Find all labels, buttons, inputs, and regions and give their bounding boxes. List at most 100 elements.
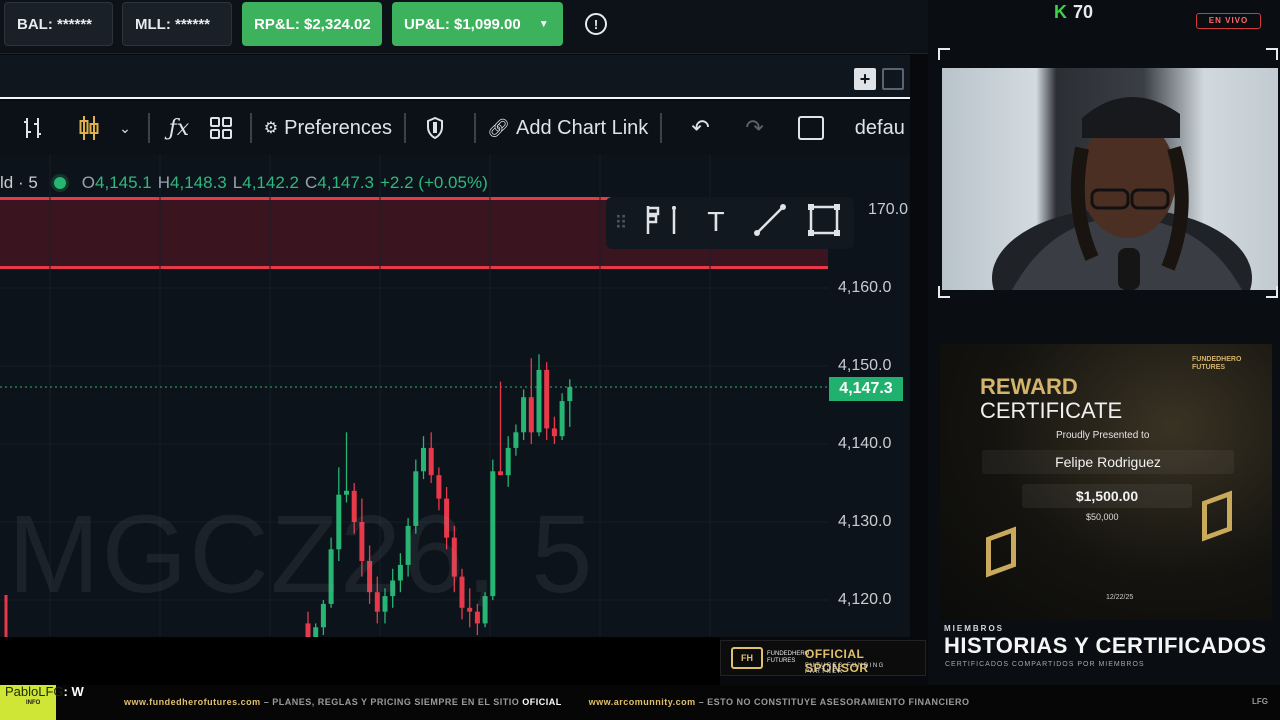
candle [528,358,534,444]
certificate-presented: Proudly Presented to [1056,430,1150,441]
mll-label: MLL: ****** [135,15,211,33]
open-value: 4,145.1 [95,173,152,192]
sponsor-banner: FH FUNDEDHERO FUTURES OFFICIAL SPONSOR F… [720,640,926,676]
add-chart-link-button[interactable]: 🔗︎ Add Chart Link [484,108,652,148]
viewer-count: K 70 [1054,2,1093,23]
news-ticker: INFO www.fundedherofutures.com – PLANES,… [0,685,1280,720]
chevron-down-icon: ▼ [538,18,549,30]
members-title: HISTORIAS Y CERTIFICADOS [944,633,1267,658]
frame-corner [1266,48,1278,60]
certificate-recipient: Felipe Rodriguez [982,450,1234,474]
gold-emblem-icon [1202,490,1232,542]
current-price-tag: 4,147.3 [829,377,903,401]
preferences-button[interactable]: ⚙ Preferences [260,108,396,148]
candle-body [567,387,573,402]
certificate-account-size: $50,000 [1086,512,1119,522]
sponsor-subtitle: FUTURES FUNDING PARTNER [805,663,885,675]
candlestick-icon[interactable] [68,108,110,148]
text-icon[interactable]: T [696,208,736,238]
balance-label: BAL: ****** [17,15,93,33]
close-value: 4,147.3 [317,173,374,192]
close-key: C [304,173,318,192]
high-key: H [157,173,171,192]
candle-body [505,447,511,476]
candle-body [428,447,434,476]
candle-body [521,397,527,433]
drawing-toolbar: ⠿ T [606,197,854,249]
certificate-brand: FUNDEDHERO FUTURES [1192,356,1242,371]
realized-pnl-pill[interactable]: RP&L: $2,324.02 [242,2,382,46]
candle-body [544,369,550,429]
chat-strip [0,637,720,685]
chevron-down-icon[interactable]: ⌄ [110,108,140,148]
line-icon[interactable] [750,203,790,244]
candle-body [559,401,565,437]
toolbar-divider [403,113,406,143]
mll-pill[interactable]: MLL: ****** [122,2,232,46]
grid-icon[interactable] [200,108,242,148]
unrealized-pnl-dropdown[interactable]: UP&L: $1,099.00 ▼ [392,2,563,46]
price-label: 4,130.0 [838,513,892,530]
link-icon: 🔗︎ [487,117,510,138]
chart-toolbar: ⌄ ƒx ⚙ Preferences 🔗︎ Add Chart Link ↶ ↷ d… [0,101,910,155]
high-value: 4,148.3 [170,173,227,192]
certificate-amount: $1,500.00 [1022,484,1192,508]
ticker-site-1: www.fundedherofutures.com [124,697,261,707]
reward-certificate: FUNDEDHERO FUTURES REWARD CERTIFICATE Pr… [940,344,1272,620]
certificate-date: 12/22/25 [1106,594,1134,601]
gold-emblem-icon [986,526,1016,578]
low-key: L [232,173,243,192]
candle [313,623,319,637]
toolbar-divider [473,113,476,143]
candle [536,354,542,437]
price-label: 170.0 [868,201,909,218]
ticker-site-2: www.arcomunnity.com [588,697,696,707]
bar-type-icon[interactable] [12,108,54,148]
price-label: 4,160.0 [838,279,892,296]
price-label: 4,140.0 [838,435,892,452]
preferences-label: Preferences [284,116,392,139]
chart-area[interactable]: MGCZ26, 5 ld · 5 O4,145.1 H4,148.3 L4,14… [0,155,910,637]
chat-text: : W [63,684,84,699]
symbol-watermark: MGCZ26, 5 [8,493,595,616]
sponsor-logo-icon: FH [731,647,763,669]
toolbar-divider [659,113,662,143]
candle [513,424,519,456]
webcam-feed [942,68,1278,290]
ticker-message-1: PLANES, REGLAS Y PRICING SIEMPRE EN EL S… [272,697,520,707]
candle [567,379,573,427]
shield-icon[interactable] [414,108,456,148]
toolbar-divider [148,113,150,143]
redo-icon[interactable]: ↷ [734,108,776,148]
certificate-subtitle: CERTIFICATE [980,398,1123,423]
kick-icon: K [1054,2,1067,22]
balance-pill[interactable]: BAL: ****** [4,2,113,46]
square-icon[interactable] [790,108,832,148]
candle [421,436,426,480]
members-subtitle: CERTIFICADOS COMPARTIDOS POR MIEMBROS [945,661,1145,668]
undo-icon[interactable]: ↶ [680,108,722,148]
realized-pnl-label: RP&L: $2,324.02 [254,15,371,33]
ohlc-legend: ld · 5 O4,145.1 H4,148.3 L4,142.2 C4,147… [0,173,488,193]
candle [551,416,557,444]
layout-name[interactable]: defau [850,108,910,148]
members-label: MIEMBROS [944,624,1004,633]
candle-body [528,397,534,433]
low-value: 4,142.2 [242,173,299,192]
alert-button[interactable]: ! [578,6,614,42]
chat-message: PabloLFG: W [5,684,84,699]
viewer-count-value: 70 [1073,2,1094,22]
screen: BAL: ****** MLL: ****** RP&L: $2,324.02 … [0,0,1280,720]
candle-body [421,447,426,472]
fx-icon[interactable]: ƒx [158,108,200,148]
flag-icon[interactable] [642,204,682,243]
ticker-message-2: ESTO NO CONSTITUYE ASESORAMIENTO FINANCI… [707,697,970,707]
live-badge: EN VIVO [1196,13,1261,29]
certificate-title: REWARD [980,374,1078,399]
frame-corner [1266,286,1278,298]
candle [498,381,503,476]
grip-icon[interactable]: ⠿ [614,213,628,234]
add-panel-icon[interactable]: + [854,68,876,90]
frame-corner [938,286,950,298]
window-icon[interactable] [882,68,904,90]
